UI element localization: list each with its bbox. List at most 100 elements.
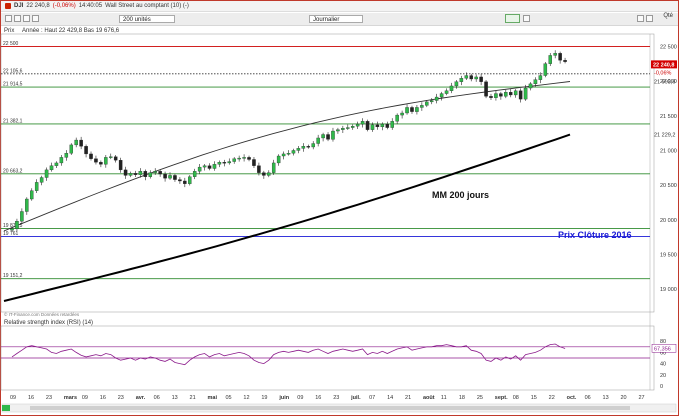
- candle-body: [385, 123, 390, 128]
- candle-body: [44, 169, 49, 178]
- x-axis-label: 09: [297, 395, 303, 401]
- candle-body: [54, 162, 59, 166]
- candle-body: [410, 107, 414, 112]
- x-axis-label: oct.: [567, 395, 577, 401]
- watermark-text: © IT-Finance.com Données retardées: [4, 311, 80, 317]
- price-tick-label: 20 500: [660, 183, 677, 189]
- x-axis-label: 16: [100, 395, 106, 401]
- level-label: 19 151,2: [3, 273, 23, 279]
- candle-body: [439, 93, 444, 98]
- candle-body: [227, 161, 232, 164]
- candle-body: [109, 156, 113, 158]
- candle-body: [74, 139, 78, 146]
- price-tick-label: 20 000: [660, 218, 677, 224]
- scroll-left-button[interactable]: [2, 405, 10, 411]
- candle-body: [247, 157, 251, 160]
- candle-body: [84, 146, 88, 155]
- candle-body: [232, 158, 236, 162]
- x-axis-label: 21: [405, 395, 411, 401]
- candle-body: [355, 123, 360, 127]
- x-axis-label: avr.: [136, 395, 146, 401]
- candle-body: [336, 129, 340, 132]
- x-axis-label: sept.: [495, 395, 508, 401]
- x-axis-label: 16: [315, 395, 321, 401]
- candle-body: [538, 75, 543, 80]
- x-axis-label: 22: [549, 395, 555, 401]
- candle-body: [523, 87, 528, 100]
- candle-body: [508, 92, 513, 96]
- candle-body: [79, 139, 83, 147]
- x-axis-label: 19: [261, 395, 267, 401]
- rsi-tick-label: 40: [660, 362, 666, 368]
- rsi-title: Relative strength index (RSI) (14): [4, 320, 93, 326]
- ma-short-line: [3, 81, 571, 232]
- x-axis-label: 09: [10, 395, 16, 401]
- candle-body: [30, 190, 34, 200]
- candle-body: [380, 123, 385, 128]
- candle-body: [331, 130, 335, 140]
- candle-body: [183, 180, 187, 184]
- candle-body: [321, 134, 325, 139]
- candle-body: [400, 112, 404, 116]
- candle-body: [271, 162, 276, 173]
- year-stats-label: Année : Haut 22 429,8 Bas 19 676,6: [22, 28, 120, 34]
- candle-body: [434, 96, 439, 101]
- candle-body: [188, 176, 192, 184]
- candle-body: [360, 121, 365, 125]
- candle-body: [326, 134, 330, 140]
- candle-body: [242, 157, 246, 159]
- candle-body: [138, 171, 143, 175]
- candle-body: [276, 155, 281, 164]
- candle-body: [10, 228, 14, 231]
- candle-body: [489, 96, 493, 98]
- level-label: 22 500: [3, 41, 19, 47]
- candle-body: [222, 162, 227, 164]
- candle-body: [484, 81, 488, 97]
- level-label: 19 761: [3, 231, 19, 237]
- candle-body: [365, 121, 370, 130]
- candle-body: [267, 172, 271, 176]
- candle-body: [479, 76, 483, 82]
- candle-body: [459, 78, 464, 82]
- candle-body: [370, 124, 375, 130]
- candle-body: [20, 211, 24, 222]
- x-axis-label: 11: [441, 395, 447, 401]
- x-axis-label: 12: [243, 395, 249, 401]
- candle-body: [207, 165, 212, 169]
- candle-body: [158, 171, 162, 175]
- x-axis-label: 06: [154, 395, 160, 401]
- candle-body: [168, 175, 172, 179]
- candle-body: [425, 101, 429, 106]
- x-axis-label: 07: [369, 395, 375, 401]
- candle-body: [296, 148, 301, 151]
- candle-body: [123, 169, 128, 176]
- price-tick-label: 21 000: [660, 148, 677, 154]
- price-tick-label: 19 000: [660, 287, 677, 293]
- candle-body: [311, 143, 315, 148]
- scroll-thumb[interactable]: [30, 406, 630, 410]
- candle-body: [257, 165, 261, 173]
- price-tick-label: 19 500: [660, 253, 677, 259]
- candle-body: [454, 81, 459, 87]
- candle-body: [553, 53, 557, 56]
- x-axis-label: 23: [46, 395, 52, 401]
- candle-body: [513, 90, 518, 96]
- candle-body: [89, 153, 93, 159]
- x-axis-label: 20: [620, 395, 626, 401]
- right-marker-label: -0,06%: [654, 70, 672, 76]
- candle-body: [128, 173, 133, 176]
- candle-body: [291, 150, 296, 154]
- candle-body: [316, 137, 320, 144]
- price-label: Prix: [4, 28, 14, 34]
- candle-body: [306, 146, 311, 148]
- candle-body: [474, 76, 478, 80]
- candle-body: [286, 153, 291, 155]
- candle-body: [528, 83, 533, 89]
- candle-body: [499, 93, 503, 97]
- candle-body: [113, 156, 118, 161]
- rsi-tick-label: 20: [660, 373, 666, 379]
- candle-body: [118, 160, 123, 171]
- candle-body: [281, 153, 286, 157]
- price-chart[interactable]: 22 500 22 105,6 21 914,5 21 382,1 20 663,2 19…: [0, 0, 679, 416]
- candle-body: [39, 177, 44, 183]
